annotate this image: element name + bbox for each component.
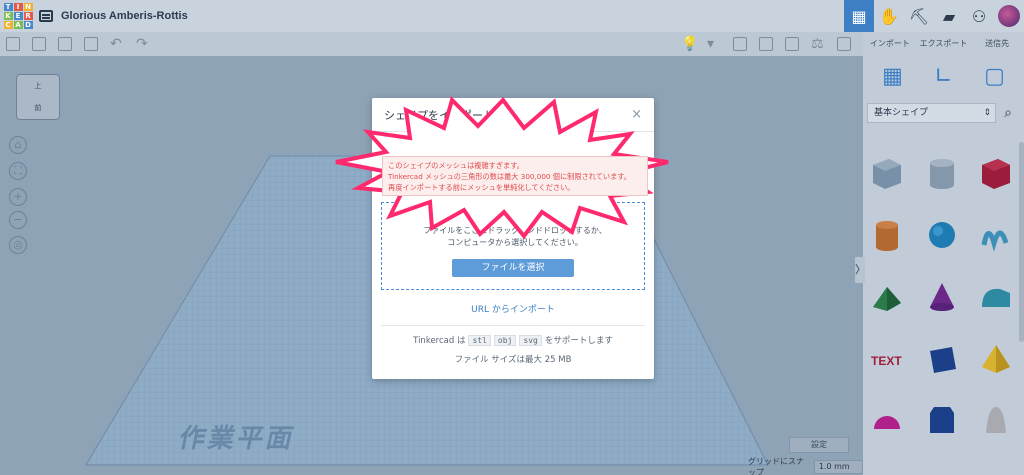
url-import-link[interactable]: URL からインポート <box>372 302 654 315</box>
scribble-shape[interactable] <box>978 217 1014 253</box>
snap-select[interactable]: 1.0 mm <box>813 460 863 474</box>
box-red-shape[interactable] <box>978 155 1014 191</box>
right-panel: 〉 インポート エクスポート 送信先 ▦ ∟ ▢ 基本シェイプ ⌕ <box>855 32 1024 475</box>
view-cube[interactable]: 上 前 <box>16 74 60 120</box>
zoom-in-icon[interactable]: + <box>9 188 27 206</box>
choose-file-button[interactable]: ファイルを選択 <box>452 259 574 277</box>
tab-send-to[interactable]: 送信先 <box>970 38 1024 49</box>
header-actions: ▦ ✋ ⛏ ▰ ⚇ <box>844 0 1024 32</box>
ruler-icon[interactable]: ∟ <box>930 63 958 91</box>
roof-shape[interactable] <box>869 279 905 315</box>
error-line-1: このシェイプのメッシュは複雑すぎます。 <box>388 161 524 170</box>
grid-view-icon[interactable]: ▦ <box>844 0 874 32</box>
half-sphere-shape[interactable] <box>869 403 905 439</box>
edit-toolbar: ↶ ↷ 💡 ▾ ⚖ <box>0 32 863 56</box>
zoom-out-icon[interactable]: − <box>9 211 27 229</box>
tinkercad-app: T I N K E R C A D Glorious Amberis-Rotti… <box>0 0 1024 475</box>
settings-button[interactable]: 設定 <box>789 437 849 453</box>
format-svg: svg <box>519 334 542 346</box>
file-size-limit: ファイル サイズは最大 25 MB <box>454 355 572 365</box>
text-shape[interactable]: TEXT <box>869 341 905 377</box>
delete-icon[interactable] <box>84 37 98 51</box>
tab-import[interactable]: インポート <box>863 38 917 49</box>
format-stl: stl <box>468 334 491 346</box>
paraboloid-shape[interactable] <box>978 403 1014 439</box>
tinkercad-logo[interactable]: T I N K E R C A D <box>3 2 33 30</box>
group-icon[interactable] <box>733 37 747 51</box>
polygon-shape[interactable] <box>924 403 960 439</box>
format-obj: obj <box>493 334 517 346</box>
top-header: T I N K E R C A D Glorious Amberis-Rotti… <box>0 0 1024 32</box>
wedge-shape[interactable] <box>924 341 960 377</box>
pickaxe-icon[interactable]: ⛏ <box>904 0 934 32</box>
design-list-icon[interactable] <box>39 10 53 22</box>
paste-icon[interactable] <box>32 37 46 51</box>
round-roof-shape[interactable] <box>978 279 1014 315</box>
snap-label: グリッドにスナップ <box>748 457 804 475</box>
search-icon[interactable]: ⌕ <box>996 105 1020 121</box>
cylinder-shape[interactable] <box>869 217 905 253</box>
dialog-divider <box>381 325 645 326</box>
panel-tools: ▦ ∟ ▢ <box>863 54 1024 100</box>
svg-text:TEXT: TEXT <box>871 354 902 368</box>
ungroup-icon[interactable] <box>759 37 773 51</box>
add-user-icon[interactable]: ⚇ <box>964 0 994 32</box>
notes-icon[interactable]: ▢ <box>981 63 1009 91</box>
viewcube-front-label: 前 <box>34 104 42 112</box>
copy-icon[interactable] <box>6 37 20 51</box>
home-icon[interactable]: ⌂ <box>9 136 27 154</box>
perspective-icon[interactable]: ◎ <box>9 236 27 254</box>
align-icon[interactable] <box>785 37 799 51</box>
box-shape[interactable] <box>869 155 905 191</box>
pyramid-shape[interactable] <box>978 341 1014 377</box>
light-bulb-icon[interactable]: 💡 <box>681 37 698 51</box>
shape-category: 基本シェイプ ⌕ <box>867 100 1020 126</box>
hole-icon[interactable] <box>837 37 851 51</box>
redo-icon[interactable]: ↷ <box>136 37 150 51</box>
support-prefix: Tinkercad は <box>413 336 466 346</box>
gallery-icon[interactable]: ✋ <box>874 0 904 32</box>
error-message: このシェイプのメッシュは複雑すぎます。 Tinkercad メッシュの三角形の数… <box>382 156 648 196</box>
category-select[interactable]: 基本シェイプ <box>867 103 996 123</box>
duplicate-icon[interactable] <box>58 37 72 51</box>
support-suffix: をサポートします <box>544 336 613 346</box>
sphere-shape[interactable] <box>924 217 960 253</box>
viewcube-top-label: 上 <box>34 82 42 90</box>
avatar[interactable] <box>998 5 1020 27</box>
panel-tabs: インポート エクスポート 送信先 <box>863 32 1024 54</box>
dropdown-icon[interactable]: ▾ <box>707 37 721 51</box>
tab-export[interactable]: エクスポート <box>917 38 971 49</box>
mirror-icon[interactable]: ⚖ <box>811 37 825 51</box>
fit-view-icon[interactable]: ⛶ <box>9 162 27 180</box>
shapes-scrollbar[interactable] <box>1019 142 1024 342</box>
shape-grid: TEXT <box>869 142 1014 452</box>
error-line-3: 再度インポートする前にメッシュを単純化してください。 <box>388 183 575 192</box>
toolbar-right: 💡 ▾ ⚖ <box>675 32 857 56</box>
design-title[interactable]: Glorious Amberis-Rottis <box>61 10 188 22</box>
snap-grid: グリッドにスナップ 1.0 mm <box>748 456 863 475</box>
undo-icon[interactable]: ↶ <box>110 37 124 51</box>
bricks-icon[interactable]: ▰ <box>934 0 964 32</box>
collapse-panel-icon[interactable]: 〉 <box>855 257 866 283</box>
supported-formats: Tinkercad は stl obj svg をサポートします <box>372 334 654 346</box>
error-line-2: Tinkercad メッシュの三角形の数は最大 300,000 個に制限されてい… <box>388 172 631 181</box>
workplane-label: 作業平面 <box>176 424 299 454</box>
cylinder-hole-shape[interactable] <box>924 155 960 191</box>
cone-shape[interactable] <box>924 279 960 315</box>
workplane-icon[interactable]: ▦ <box>879 63 907 91</box>
